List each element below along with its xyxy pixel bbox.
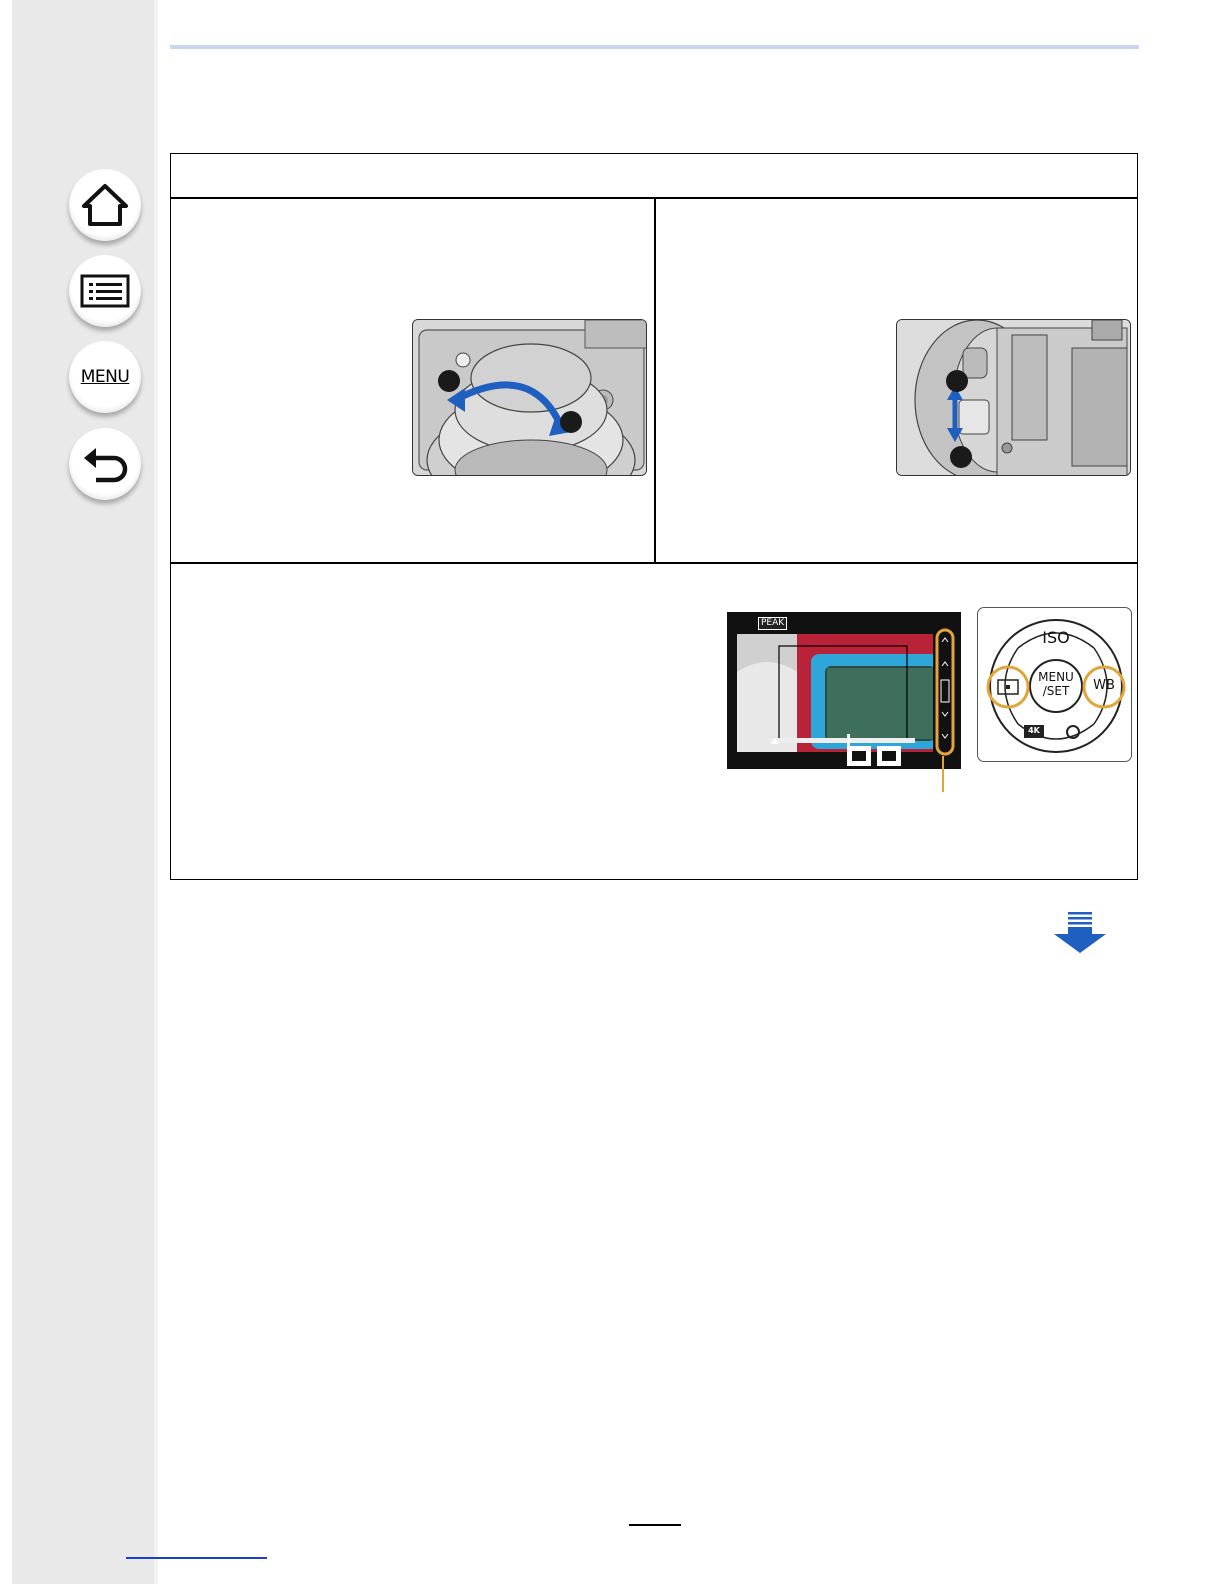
screen-image [737, 626, 955, 766]
camera-front-illustration [413, 320, 646, 475]
back-button[interactable] [69, 428, 141, 500]
table-column-divider [654, 197, 656, 562]
callout-2-marker [560, 411, 582, 433]
callout-1-marker [438, 370, 460, 392]
menu-button[interactable]: MENU [69, 341, 141, 413]
sidebar-edge [154, 0, 158, 1584]
page-number-rule [629, 1524, 681, 1526]
footer-link-underline[interactable] [126, 1557, 267, 1559]
sidebar [12, 0, 154, 1584]
mf-assist-screen-illustration: PEAK [727, 612, 961, 769]
menu-set-line1: MENU [1038, 670, 1074, 684]
4k-button-label: 4K [1028, 726, 1040, 735]
menu-set-button-label: MENU /SET [1030, 670, 1082, 698]
control-dial-illustration: ISO MENU /SET WB 4K [977, 607, 1132, 762]
focus-bar-callout-line [942, 756, 944, 792]
home-icon [82, 184, 128, 226]
callout-2-marker [950, 446, 972, 468]
home-button[interactable] [69, 169, 141, 241]
contents-button[interactable] [69, 255, 141, 327]
wb-button-label: WB [1093, 678, 1115, 693]
lens-focus-ring-illustration [412, 319, 647, 476]
focus-lever-illustration [896, 319, 1131, 476]
list-icon [80, 274, 130, 308]
callout-1-marker [946, 370, 968, 392]
peak-indicator: PEAK [758, 617, 788, 630]
next-page-arrow-icon [1054, 912, 1106, 953]
header-rule [170, 45, 1139, 49]
back-arrow-icon [84, 448, 128, 483]
camera-side-illustration [897, 320, 1130, 475]
menu-set-line2: /SET [1042, 684, 1070, 698]
iso-button-label: ISO [1042, 628, 1070, 647]
next-page-button[interactable] [1053, 912, 1107, 954]
menu-icon: MENU [80, 367, 130, 387]
table-row-divider [170, 562, 1138, 564]
